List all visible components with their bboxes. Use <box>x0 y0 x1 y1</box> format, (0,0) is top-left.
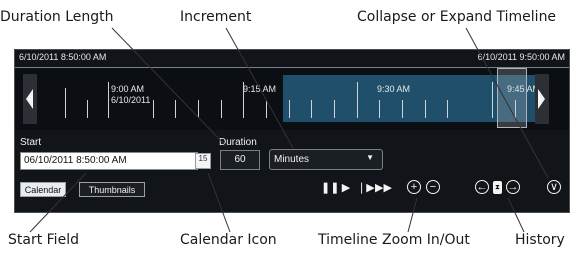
time-label: 9:30 AM <box>377 84 411 94</box>
collapse-expand-icon[interactable]: ∨ <box>547 180 561 194</box>
tick <box>87 100 88 118</box>
tick <box>266 100 267 118</box>
pause-icon[interactable]: ❚❚ <box>321 181 339 195</box>
history-back-icon[interactable]: ← <box>475 180 489 194</box>
tick <box>425 100 426 118</box>
timeline-scrubber[interactable] <box>497 68 527 128</box>
duration-label: Duration <box>219 137 257 148</box>
tab-calendar[interactable]: Calendar <box>20 182 66 197</box>
fast-forward-icon[interactable]: ▶▶ <box>375 181 392 195</box>
tick <box>153 100 154 118</box>
callout-increment: Increment <box>180 9 252 25</box>
duration-field[interactable]: 60 <box>220 150 260 170</box>
timeline-track[interactable]: 9:00 AM 6/10/2011 9:15 AM 9:30 AM 9:45 A… <box>15 68 569 130</box>
timeline-control: 6/10/2011 8:50:00 AM 6/10/2011 9:50:00 A… <box>14 49 570 213</box>
callout-duration-length: Duration Length <box>0 9 114 25</box>
play-icon[interactable]: ▶ <box>339 181 353 195</box>
tick <box>311 100 312 118</box>
range-start-label: 6/10/2011 8:50:00 AM <box>19 52 107 62</box>
tick <box>447 100 448 118</box>
callout-collapse-expand: Collapse or Expand Timeline <box>357 9 557 25</box>
start-field-value: 06/10/2011 8:50:00 AM <box>24 155 127 166</box>
tab-thumbnails[interactable]: Thumbnails <box>79 182 145 197</box>
tick <box>379 100 380 118</box>
tick <box>289 100 290 118</box>
tick <box>334 100 335 118</box>
start-field[interactable]: 06/10/2011 8:50:00 AM <box>20 152 198 170</box>
range-end-label: 6/10/2011 9:50:00 AM <box>477 52 565 62</box>
timeline-range-bar: 6/10/2011 8:50:00 AM 6/10/2011 9:50:00 A… <box>15 50 569 68</box>
tick <box>198 100 199 118</box>
increment-select[interactable]: Minutes ▼ <box>269 149 383 170</box>
tick <box>357 82 358 118</box>
timeline-right-button[interactable] <box>535 74 549 124</box>
tick <box>402 100 403 118</box>
increment-value: Minutes <box>274 154 310 165</box>
tick <box>65 88 66 118</box>
timeline-left-button[interactable] <box>23 74 37 124</box>
time-label: 9:00 AM 6/10/2011 <box>111 84 151 105</box>
callout-zoom: Timeline Zoom In/Out <box>318 232 470 248</box>
tick <box>108 82 109 118</box>
calendar-icon[interactable]: 15 <box>195 153 211 169</box>
tick <box>492 82 493 118</box>
history-clock-icon[interactable]: ⧗ <box>493 181 502 194</box>
callout-history: History <box>515 232 565 248</box>
tick <box>221 100 222 118</box>
time-label: 9:15 AM <box>243 84 277 94</box>
history-forward-icon[interactable]: → <box>506 180 520 194</box>
zoom-in-icon[interactable]: + <box>407 180 421 194</box>
zoom-out-icon[interactable]: − <box>426 180 440 194</box>
tick <box>175 100 176 118</box>
callout-start-field: Start Field <box>8 232 79 248</box>
callout-calendar-icon: Calendar Icon <box>180 232 277 248</box>
step-forward-icon[interactable]: ❘▶ <box>357 181 375 195</box>
chevron-down-icon: ▼ <box>366 153 374 162</box>
start-label: Start <box>20 137 42 148</box>
